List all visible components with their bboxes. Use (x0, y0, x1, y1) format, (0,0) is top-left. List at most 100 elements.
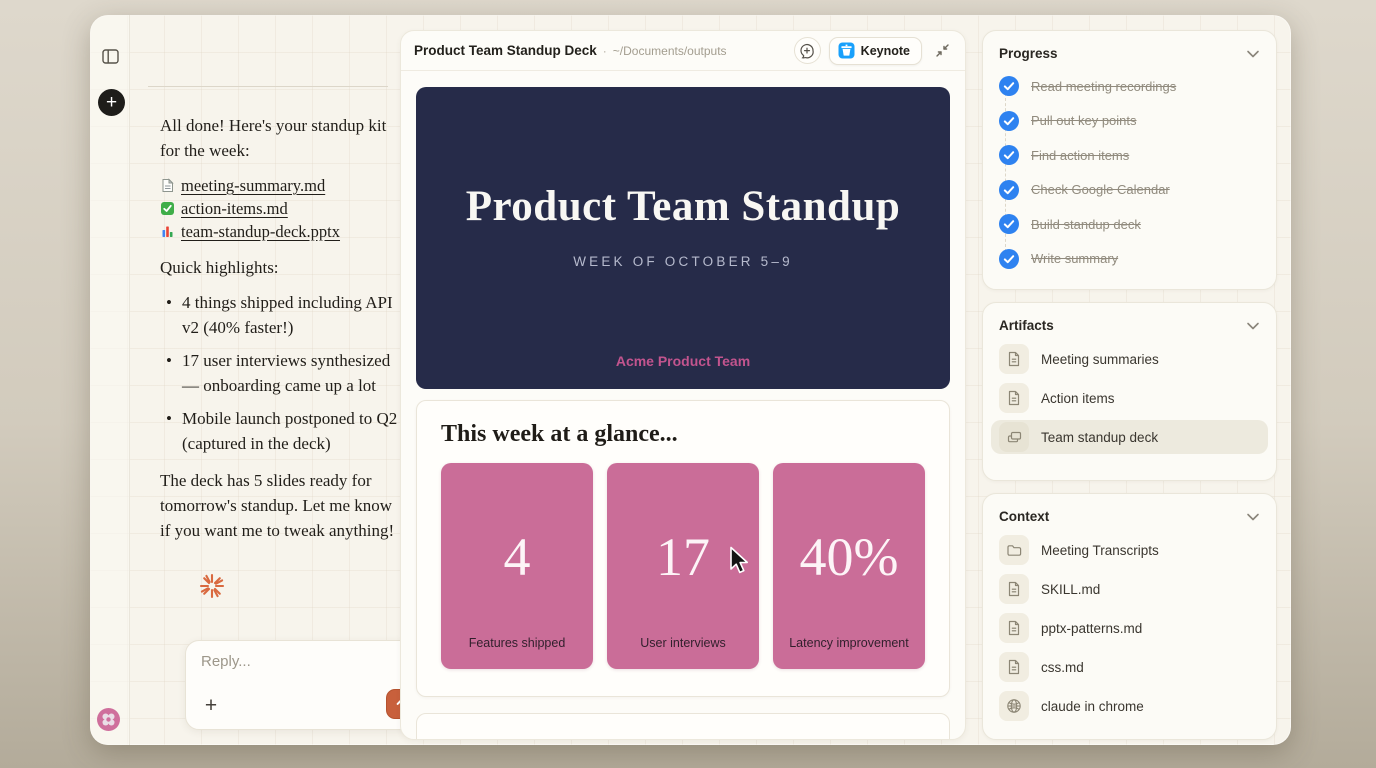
collapse-panel-button[interactable] (932, 41, 952, 61)
chevron-down-icon[interactable] (1246, 49, 1260, 59)
user-avatar[interactable] (97, 708, 120, 731)
progress-item-label: Find action items (1031, 147, 1130, 163)
stat-card-interviews: 17 User interviews (607, 463, 759, 669)
progress-item-label: Build standup deck (1031, 216, 1141, 232)
check-circle-icon (999, 76, 1019, 96)
collapse-icon (935, 44, 949, 57)
stat-label: Latency improvement (789, 636, 909, 650)
message-closing: The deck has 5 slides ready for tomorrow… (160, 471, 395, 540)
bar-chart-icon (160, 224, 175, 239)
check-circle-icon (999, 214, 1019, 234)
file-link-meeting-summary[interactable]: meeting-summary.md (181, 173, 325, 198)
document-title: Product Team Standup Deck (414, 43, 597, 58)
stat-value: 17 (656, 526, 710, 587)
stat-card-latency: 40% Latency improvement (773, 463, 925, 669)
highlight-item: 4 things shipped including API v2 (40% f… (164, 291, 398, 340)
keynote-app-icon (838, 42, 855, 59)
chevron-down-icon[interactable] (1246, 321, 1260, 331)
sidebar-toggle-icon[interactable] (102, 49, 119, 64)
assistant-message: All done! Here's your standup kit for th… (160, 113, 398, 554)
context-item-label: css.md (1041, 659, 1084, 675)
stat-label: User interviews (640, 636, 726, 650)
progress-item: Build standup deck (999, 214, 1260, 234)
document-scroll-area[interactable]: Product Team Standup WEEK OF OCTOBER 5–9… (401, 71, 965, 739)
progress-item-label: Write summary (1031, 251, 1119, 266)
stat-card-features: 4 Features shipped (441, 463, 593, 669)
check-circle-icon (999, 110, 1019, 131)
slide-title: Product Team Standup (465, 183, 901, 230)
attach-plus-button[interactable]: + (200, 695, 222, 718)
context-item-skill-md[interactable]: SKILL.md (991, 572, 1268, 606)
highlights-title: Quick highlights: (160, 258, 279, 277)
open-in-keynote-button[interactable]: Keynote (828, 36, 922, 65)
file-link-standup-deck[interactable]: team-standup-deck.pptx (181, 219, 340, 244)
check-circle-icon (999, 179, 1019, 200)
progress-item: Pull out key points (999, 110, 1260, 131)
highlights-list: 4 things shipped including API v2 (40% f… (164, 291, 398, 456)
artifacts-list: Meeting summaries Action items Team stan… (991, 342, 1268, 454)
keynote-button-label: Keynote (860, 43, 910, 58)
progress-list: Read meeting recordings Pull out key poi… (999, 76, 1260, 269)
chevron-down-icon[interactable] (1246, 512, 1260, 522)
artifacts-title: Artifacts (999, 318, 1054, 333)
message-intro: All done! Here's your standup kit for th… (160, 116, 387, 160)
document-header: Product Team Standup Deck · ~/Documents/… (401, 31, 965, 71)
stat-label: Features shipped (468, 636, 566, 650)
file-link-action-items[interactable]: action-items.md (181, 196, 288, 221)
artifact-item-meeting-summaries[interactable]: Meeting summaries (991, 342, 1268, 376)
globe-icon (999, 691, 1029, 721)
claude-spark-icon (199, 573, 225, 599)
context-item-css-md[interactable]: css.md (991, 650, 1268, 684)
progress-item-label: Check Google Calendar (1031, 182, 1170, 197)
comment-plus-icon (800, 43, 814, 58)
reply-box[interactable]: + (185, 640, 428, 730)
icon-rail: + (90, 15, 130, 745)
slide-title-card: Product Team Standup WEEK OF OCTOBER 5–9… (416, 87, 950, 389)
slide-footer: Acme Product Team (615, 353, 751, 369)
progress-item-label: Read meeting recordings (1031, 78, 1177, 94)
message-divider (148, 86, 388, 87)
artifact-item-label: Team standup deck (1041, 429, 1159, 445)
context-item-label: claude in chrome (1041, 698, 1144, 714)
progress-item: Find action items (999, 145, 1260, 165)
progress-item: Write summary (999, 248, 1260, 269)
context-item-pptx-patterns-md[interactable]: pptx-patterns.md (991, 611, 1268, 645)
file-link-row: action-items.md (160, 197, 398, 220)
document-path: ~/Documents/outputs (612, 43, 727, 58)
stat-value: 4 (503, 526, 531, 587)
reply-input[interactable] (201, 653, 401, 670)
progress-card: Progress Read meeting recordings Pull ou… (982, 30, 1277, 290)
file-link-row: team-standup-deck.pptx (160, 220, 398, 243)
document-icon (999, 613, 1029, 643)
context-item-meeting-transcripts[interactable]: Meeting Transcripts (991, 533, 1268, 567)
slide-next-card (416, 713, 950, 739)
stat-value: 40% (799, 526, 899, 587)
highlight-item: 17 user interviews synthesized — onboard… (164, 349, 398, 398)
slide-glance-card: This week at a glance... 4 Features ship… (416, 400, 950, 697)
file-link-row: meeting-summary.md (160, 174, 398, 197)
artifact-item-label: Meeting summaries (1041, 351, 1159, 367)
progress-item-label: Pull out key points (1031, 113, 1137, 128)
context-card: Context Meeting Transcripts SKILL.md ppt… (982, 493, 1277, 740)
app-window: + All done! Here's your standup kit for … (90, 15, 1291, 745)
new-chat-button[interactable]: + (98, 89, 125, 116)
check-circle-icon (999, 248, 1019, 269)
progress-item: Read meeting recordings (999, 76, 1260, 96)
chat-panel: All done! Here's your standup kit for th… (130, 15, 428, 745)
add-comment-button[interactable] (793, 37, 821, 64)
context-header: Context (999, 509, 1260, 524)
document-icon (999, 344, 1029, 374)
artifact-item-label: Action items (1041, 390, 1115, 406)
artifact-item-team-standup-deck[interactable]: Team standup deck (991, 420, 1268, 454)
glance-heading: This week at a glance... (441, 421, 678, 447)
slides-icon (999, 422, 1029, 452)
check-circle-icon (999, 145, 1019, 165)
document-icon (999, 383, 1029, 413)
context-list: Meeting Transcripts SKILL.md pptx-patter… (999, 533, 1260, 723)
page-icon (160, 178, 175, 193)
document-icon (999, 574, 1029, 604)
progress-title: Progress (999, 46, 1058, 61)
folder-icon (999, 535, 1029, 565)
artifact-item-action-items[interactable]: Action items (991, 381, 1268, 415)
context-item-claude-in-chrome[interactable]: claude in chrome (991, 689, 1268, 723)
